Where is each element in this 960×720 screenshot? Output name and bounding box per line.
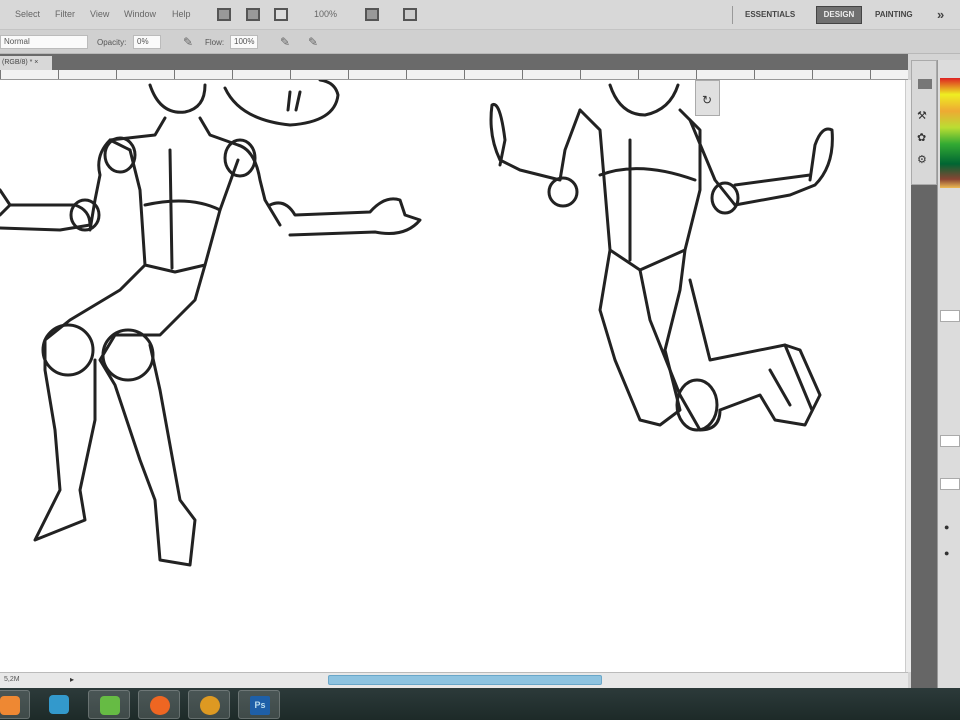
- divider: [732, 6, 733, 24]
- document-tab-label: (RGB/8) *: [2, 59, 33, 66]
- options-bar: Normal Opacity: 0% ✎ Flow: 100% ✎ ✎: [0, 30, 960, 54]
- flow-field[interactable]: 100%: [230, 35, 258, 49]
- swatch-grid[interactable]: [940, 78, 960, 188]
- media-player-icon: [0, 696, 20, 715]
- menu-filter[interactable]: Filter: [55, 9, 75, 19]
- workspace-design[interactable]: DESIGN: [816, 6, 862, 24]
- menu-help[interactable]: Help: [172, 9, 191, 19]
- menu-select[interactable]: Select: [15, 9, 40, 19]
- layer-visibility-icon[interactable]: ●: [944, 548, 949, 558]
- airbrush-icon[interactable]: ✎: [280, 35, 290, 49]
- screen-mode-icon[interactable]: [403, 8, 417, 21]
- launch-minibridge-icon[interactable]: [246, 8, 260, 21]
- menu-window[interactable]: Window: [124, 9, 156, 19]
- blend-mode-select[interactable]: Normal: [0, 35, 88, 49]
- taskbar-photoshop[interactable]: Ps: [238, 690, 280, 719]
- taskbar-mail[interactable]: [38, 690, 80, 719]
- more-workspaces-icon[interactable]: »: [937, 7, 944, 22]
- messenger-icon: [100, 696, 120, 715]
- character-language-field[interactable]: [940, 435, 960, 447]
- taskbar-messenger[interactable]: [88, 690, 130, 719]
- taskbar-firefox[interactable]: [138, 690, 180, 719]
- doc-size: 5,2M: [4, 676, 20, 683]
- taskbar-winamp[interactable]: [188, 690, 230, 719]
- pressure-opacity-icon[interactable]: ✎: [183, 35, 193, 49]
- panel-gutter: [911, 185, 937, 688]
- horizontal-scrollbar[interactable]: [328, 675, 602, 685]
- mail-icon: [49, 695, 69, 714]
- rotate-view-icon[interactable]: ↻: [702, 93, 712, 107]
- workspace-essentials[interactable]: ESSENTIALS: [745, 10, 795, 19]
- panel-dock: ⚒ ✿ ⚙: [911, 60, 937, 185]
- document-tabbar: [0, 54, 908, 70]
- taskbar-media-player[interactable]: [0, 690, 30, 719]
- workspace-painting[interactable]: PAINTING: [875, 10, 913, 19]
- character-font-field[interactable]: [940, 310, 960, 322]
- right-panel: ● ●: [937, 60, 960, 688]
- menu-bar: Select Filter View Window Help 100% ESSE…: [0, 0, 960, 30]
- arrange-documents-icon[interactable]: [365, 8, 379, 21]
- layers-blend-field[interactable]: [940, 478, 960, 490]
- document-tab[interactable]: (RGB/8) * ×: [0, 56, 52, 70]
- sketch-drawing: [0, 78, 834, 567]
- opacity-label: Opacity:: [97, 38, 127, 47]
- horizontal-ruler: [0, 70, 908, 80]
- tool-presets-icon[interactable]: ⚙: [917, 153, 927, 166]
- status-menu-icon[interactable]: ▸: [70, 675, 74, 684]
- menu-view[interactable]: View: [90, 9, 109, 19]
- zoom-level[interactable]: 100%: [314, 9, 337, 19]
- brush-presets-icon[interactable]: ⚒: [917, 109, 927, 122]
- winamp-icon: [200, 696, 220, 715]
- swatches-icon[interactable]: [918, 79, 932, 89]
- pressure-size-icon[interactable]: ✎: [308, 35, 318, 49]
- view-extras-icon[interactable]: [274, 8, 288, 21]
- layer-visibility-icon[interactable]: ●: [944, 522, 949, 532]
- photoshop-icon: Ps: [250, 696, 270, 715]
- canvas[interactable]: [0, 78, 905, 672]
- floating-tool-panel[interactable]: ↻: [695, 80, 720, 116]
- flow-label: Flow:: [205, 38, 225, 47]
- clone-source-icon[interactable]: ✿: [917, 131, 926, 144]
- opacity-field[interactable]: 0%: [133, 35, 161, 49]
- launch-bridge-icon[interactable]: [217, 8, 231, 21]
- firefox-icon: [150, 696, 170, 715]
- taskbar: Ps: [0, 688, 960, 720]
